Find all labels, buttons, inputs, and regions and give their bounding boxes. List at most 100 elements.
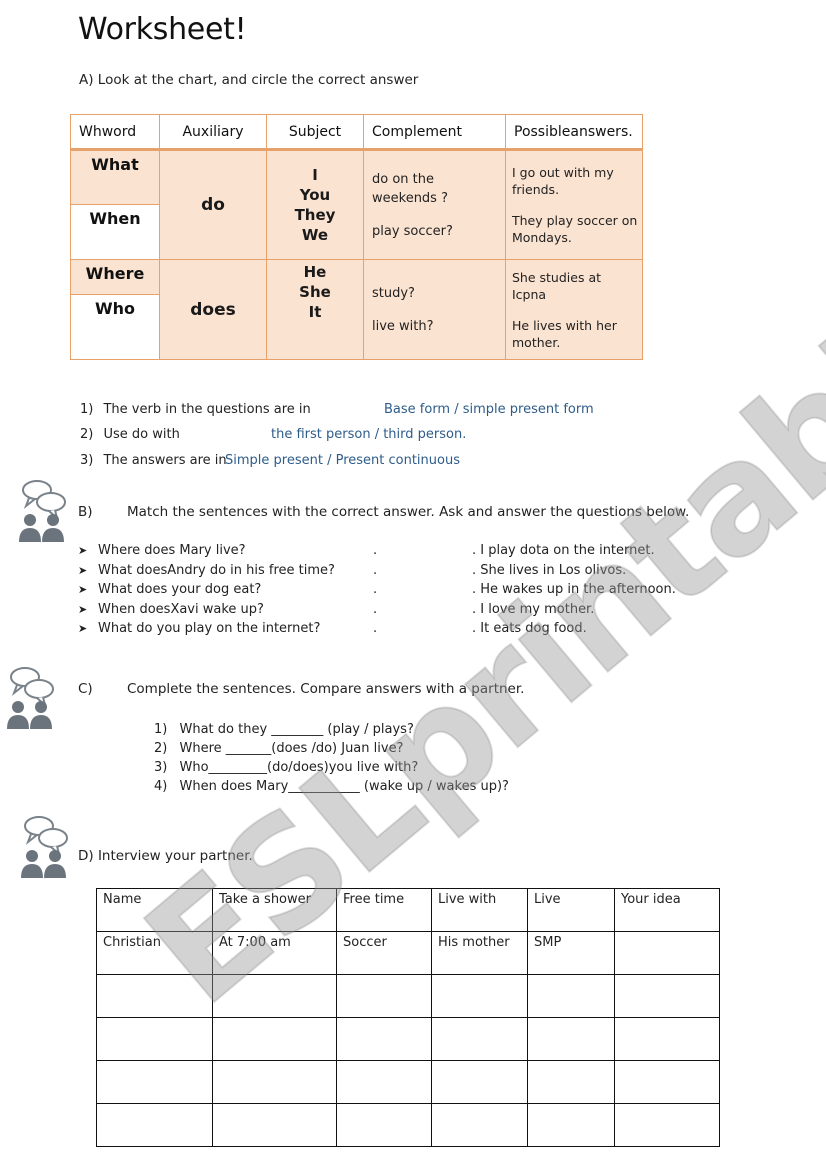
arrow-bullet-icon: ➤ — [78, 622, 88, 635]
auxiliary-does: does — [159, 259, 267, 360]
cell-free-time[interactable] — [336, 1103, 432, 1147]
cell-your-idea[interactable] — [614, 1103, 720, 1147]
match-dot[interactable]: . — [373, 543, 377, 558]
a-question-1-options[interactable]: Base form / simple present form — [384, 402, 594, 417]
item-number: 2) — [154, 741, 168, 756]
subject: They — [294, 206, 336, 224]
possible-answer: They play soccer on Mondays. — [512, 213, 638, 245]
cell-your-idea[interactable] — [614, 1060, 720, 1104]
item-number: 4) — [154, 779, 168, 794]
matching-row: ➤ When doesXavi wake up? . . I love my m… — [0, 602, 826, 622]
completion-item[interactable]: 3) Who_________(do/does)you live with? — [154, 760, 509, 779]
question-number: 2) — [80, 427, 94, 442]
cell-take-a-shower[interactable]: At 7:00 am — [212, 931, 337, 975]
cell-free-time[interactable] — [336, 1060, 432, 1104]
a-question-3-options[interactable]: Simple present / Present continuous — [225, 453, 460, 468]
matching-list: ➤ Where does Mary live? . . I play dota … — [0, 543, 826, 641]
cell-name[interactable] — [96, 1060, 213, 1104]
wh-word-who: Who — [70, 294, 160, 360]
cell-live[interactable] — [527, 1103, 615, 1147]
header-name: Name — [96, 888, 213, 932]
subjects-group-1: I You They We — [266, 149, 364, 260]
match-question: Where does Mary live? — [98, 543, 246, 558]
header-free-time: Free time — [336, 888, 432, 932]
completion-list: 1) What do they ________ (play / plays? … — [154, 722, 509, 798]
chart-header-auxiliary: Auxiliary — [159, 114, 267, 151]
arrow-bullet-icon: ➤ — [78, 583, 88, 596]
complements-group-2: study? live with? — [363, 259, 506, 360]
pair-work-icon — [19, 480, 66, 542]
cell-take-a-shower[interactable] — [212, 1017, 337, 1061]
match-answer[interactable]: . It eats dog food. — [472, 621, 587, 636]
a-question-2-options[interactable]: the first person / third person. — [271, 427, 466, 442]
possible-answer: She studies at Icpna — [512, 269, 602, 302]
cell-name[interactable]: Christian — [96, 931, 213, 975]
complement: do on the weekends ? — [372, 171, 448, 206]
item-number: 1) — [154, 722, 168, 737]
match-dot[interactable]: . — [373, 563, 377, 578]
cell-take-a-shower[interactable] — [212, 1060, 337, 1104]
cell-take-a-shower[interactable] — [212, 974, 337, 1018]
cell-free-time[interactable] — [336, 1017, 432, 1061]
arrow-bullet-icon: ➤ — [78, 544, 88, 557]
match-dot[interactable]: . — [373, 602, 377, 617]
cell-take-a-shower[interactable] — [212, 1103, 337, 1147]
possible-answer: I go out with my friends. — [512, 165, 614, 197]
a-question-2: 2) Use do with — [80, 427, 180, 442]
section-b-instruction: Match the sentences with the correct ans… — [127, 504, 690, 520]
cell-live-with[interactable] — [431, 1060, 528, 1104]
answers-group-1: I go out with my friends. They play socc… — [505, 149, 643, 260]
possible-answer: He lives with her mother. — [512, 317, 617, 350]
cell-name[interactable] — [96, 1017, 213, 1061]
interview-table: Name Take a shower Free time Live with L… — [96, 888, 720, 1147]
matching-row: ➤ What does your dog eat? . . He wakes u… — [0, 582, 826, 602]
cell-live-with[interactable] — [431, 1103, 528, 1147]
match-answer[interactable]: . He wakes up in the afternoon. — [472, 582, 676, 597]
cell-free-time[interactable]: Soccer — [336, 931, 432, 975]
completion-item[interactable]: 4) When does Mary___________ (wake up / … — [154, 779, 509, 798]
cell-live-with[interactable] — [431, 1017, 528, 1061]
cell-your-idea[interactable] — [614, 931, 720, 975]
completion-item[interactable]: 2) Where _______(does /do) Juan live? — [154, 741, 509, 760]
cell-live[interactable] — [527, 974, 615, 1018]
auxiliary-do: do — [159, 149, 267, 260]
interview-row — [96, 1017, 720, 1061]
cell-live[interactable] — [527, 1017, 615, 1061]
cell-live[interactable] — [527, 1060, 615, 1104]
match-question: What does your dog eat? — [98, 582, 262, 597]
match-dot[interactable]: . — [373, 621, 377, 636]
cell-live-with[interactable]: His mother — [431, 931, 528, 975]
chart-header-complement: Complement — [363, 114, 506, 151]
item-text: Where _______(does /do) Juan live? — [179, 741, 404, 756]
complement: study? — [372, 285, 415, 301]
cell-your-idea[interactable] — [614, 974, 720, 1018]
subject: I — [312, 166, 318, 184]
cell-live[interactable]: SMP — [527, 931, 615, 975]
completion-item[interactable]: 1) What do they ________ (play / plays? — [154, 722, 509, 741]
question-text: The answers are in — [103, 453, 227, 468]
section-d-instruction: D) Interview your partner. — [78, 848, 253, 864]
cell-name[interactable] — [96, 974, 213, 1018]
complement: play soccer? — [372, 223, 453, 239]
interview-row — [96, 974, 720, 1018]
match-answer[interactable]: . I play dota on the internet. — [472, 543, 655, 558]
question-text: The verb in the questions are in — [103, 402, 311, 417]
item-number: 3) — [154, 760, 168, 775]
arrow-bullet-icon: ➤ — [78, 602, 88, 616]
cell-name[interactable] — [96, 1103, 213, 1147]
cell-live-with[interactable] — [431, 974, 528, 1018]
chart-header-possible-answers: Possibleanswers. — [505, 114, 643, 151]
match-answer[interactable]: . She lives in Los olivos. — [472, 563, 626, 578]
question-text: Use do with — [103, 427, 180, 442]
match-dot[interactable]: . — [373, 582, 377, 597]
subject: He — [303, 263, 327, 281]
worksheet-title: Worksheet! — [78, 12, 247, 47]
subject: She — [299, 283, 331, 301]
cell-free-time[interactable] — [336, 974, 432, 1018]
cell-your-idea[interactable] — [614, 1017, 720, 1061]
subject: It — [308, 303, 322, 321]
header-take-a-shower: Take a shower — [212, 888, 337, 932]
subjects-group-2: He She It — [266, 259, 364, 360]
item-text: Who_________(do/does)you live with? — [179, 760, 419, 775]
match-answer[interactable]: . I love my mother. — [472, 602, 594, 617]
